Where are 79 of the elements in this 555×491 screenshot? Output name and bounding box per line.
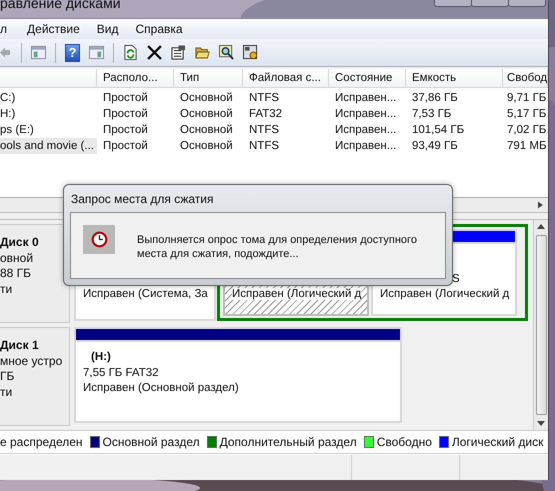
refresh-icon[interactable] — [123, 45, 138, 60]
table-cell-text: Исправен... — [334, 139, 398, 154]
table-cell-text: Основной — [179, 139, 234, 154]
table-cell-text: 37,86 ГБ — [411, 91, 459, 106]
legend-label: Свободно — [376, 435, 432, 449]
table-cell-text: NTFS — [248, 139, 280, 154]
table-cell-text: Основной — [179, 107, 234, 122]
legend-label: е распределен — [0, 435, 83, 449]
scroll-up-icon[interactable] — [537, 224, 545, 229]
column-header[interactable]: Тип — [174, 69, 243, 87]
disk-label-panel[interactable]: Диск 1 мное устро ГБ ти — [0, 327, 70, 426]
column-header[interactable]: Свобод — [503, 69, 548, 87]
partition-name: (H:) — [91, 351, 111, 363]
column-header[interactable]: Располо... — [97, 69, 174, 87]
menu-item[interactable]: Вид — [96, 22, 126, 36]
panel-icon[interactable] — [31, 45, 46, 60]
table-cell-text: 7,53 ГБ — [411, 107, 452, 122]
partition-status: Исправен (Система, За — [83, 288, 208, 300]
disk-info: овной — [0, 250, 34, 266]
table-cell-text: Простой — [102, 139, 149, 154]
table-cell-text: 9,71 ГБ — [506, 91, 548, 106]
table-cell-text: Исправен... — [334, 91, 398, 106]
table-cell-text: Основной — [179, 123, 234, 138]
legend-label: Дополнительный раздел — [220, 435, 357, 449]
partition-status: Исправен (Логический д — [232, 288, 362, 300]
disk-label-panel[interactable]: Диск 0 овной 88 ГБ ти — [0, 224, 70, 323]
scroll-thumb[interactable] — [536, 235, 546, 415]
table-cell[interactable]: ps (E:) — [0, 122, 97, 138]
disk-name: Диск 1 — [0, 338, 40, 354]
table-cell-text: Исправен... — [334, 123, 398, 138]
menu-item[interactable]: л — [0, 22, 14, 36]
menu-item[interactable]: Действие — [27, 22, 87, 36]
help-button[interactable]: ? — [65, 44, 80, 62]
table-cell-text: Простой — [102, 123, 149, 138]
table-cell-text: Простой — [102, 107, 149, 122]
table-cell-text: Исправен... — [334, 107, 398, 122]
panel-icon[interactable] — [89, 45, 104, 60]
table-cell-text: NTFS — [248, 123, 280, 138]
table-cell[interactable]: ools and movie (... — [0, 138, 97, 154]
column-header[interactable]: Емкость — [406, 69, 503, 87]
dialog-title: Запрос места для сжатия — [70, 191, 214, 208]
table-cell-text: 5,17 ГБ — [506, 107, 548, 122]
legend-label: Основной раздел — [102, 435, 200, 449]
partition-block[interactable]: (H:) 7,55 ГБ FAT32 Исправен (Основной раздел) — [74, 327, 402, 423]
table-cell[interactable]: H:) — [0, 106, 97, 122]
table-cell-text: 791 МБ — [506, 139, 548, 154]
table-cell[interactable]: C:) — [0, 90, 97, 106]
table-cell-text: Простой — [102, 91, 149, 106]
folder-icon[interactable] — [195, 45, 210, 60]
table-cell-text: 7,02 ГБ — [506, 123, 548, 138]
scroll-down-icon[interactable] — [537, 421, 545, 426]
disk-info: мное устро — [0, 354, 64, 369]
disk-info: ГБ — [0, 369, 16, 384]
delete-icon[interactable] — [147, 45, 162, 60]
partition-status: Исправен (Логический д — [380, 288, 510, 300]
window-title: равление дисками — [0, 0, 121, 12]
properties-icon[interactable] — [171, 45, 186, 60]
search-icon[interactable] — [219, 45, 234, 60]
scroll-right-icon[interactable] — [538, 201, 543, 209]
vertical-scrollbar[interactable] — [533, 220, 548, 430]
table-cell-text: 93,49 ГБ — [411, 139, 459, 154]
partition-size: S — [452, 272, 460, 284]
clock-icon — [83, 225, 115, 254]
disk-info: ти — [0, 282, 14, 297]
table-cell-text: 101,54 ГБ — [411, 123, 466, 138]
table-cell-text: NTFS — [248, 91, 280, 106]
menu-item[interactable]: Справка — [136, 22, 190, 36]
dialog-message: Выполняется опрос тома для определения доступного места для сжатия, подождите... — [137, 233, 418, 261]
table-cell-text: Основной — [179, 91, 234, 106]
legend-label: Логический диск — [452, 435, 544, 449]
disk-name: Диск 0 — [0, 235, 40, 250]
partition-size: 7,55 ГБ FAT32 — [83, 366, 159, 378]
disk-info: ти — [0, 384, 14, 400]
table-cell-text: FAT32 — [248, 107, 284, 122]
settings-icon[interactable] — [243, 45, 258, 60]
column-header[interactable]: Файловая с... — [243, 69, 329, 87]
disk-info: 88 ГБ — [0, 266, 32, 282]
partition-status: Исправен (Основной раздел) — [83, 382, 239, 394]
column-header[interactable]: Состояние — [329, 69, 406, 87]
